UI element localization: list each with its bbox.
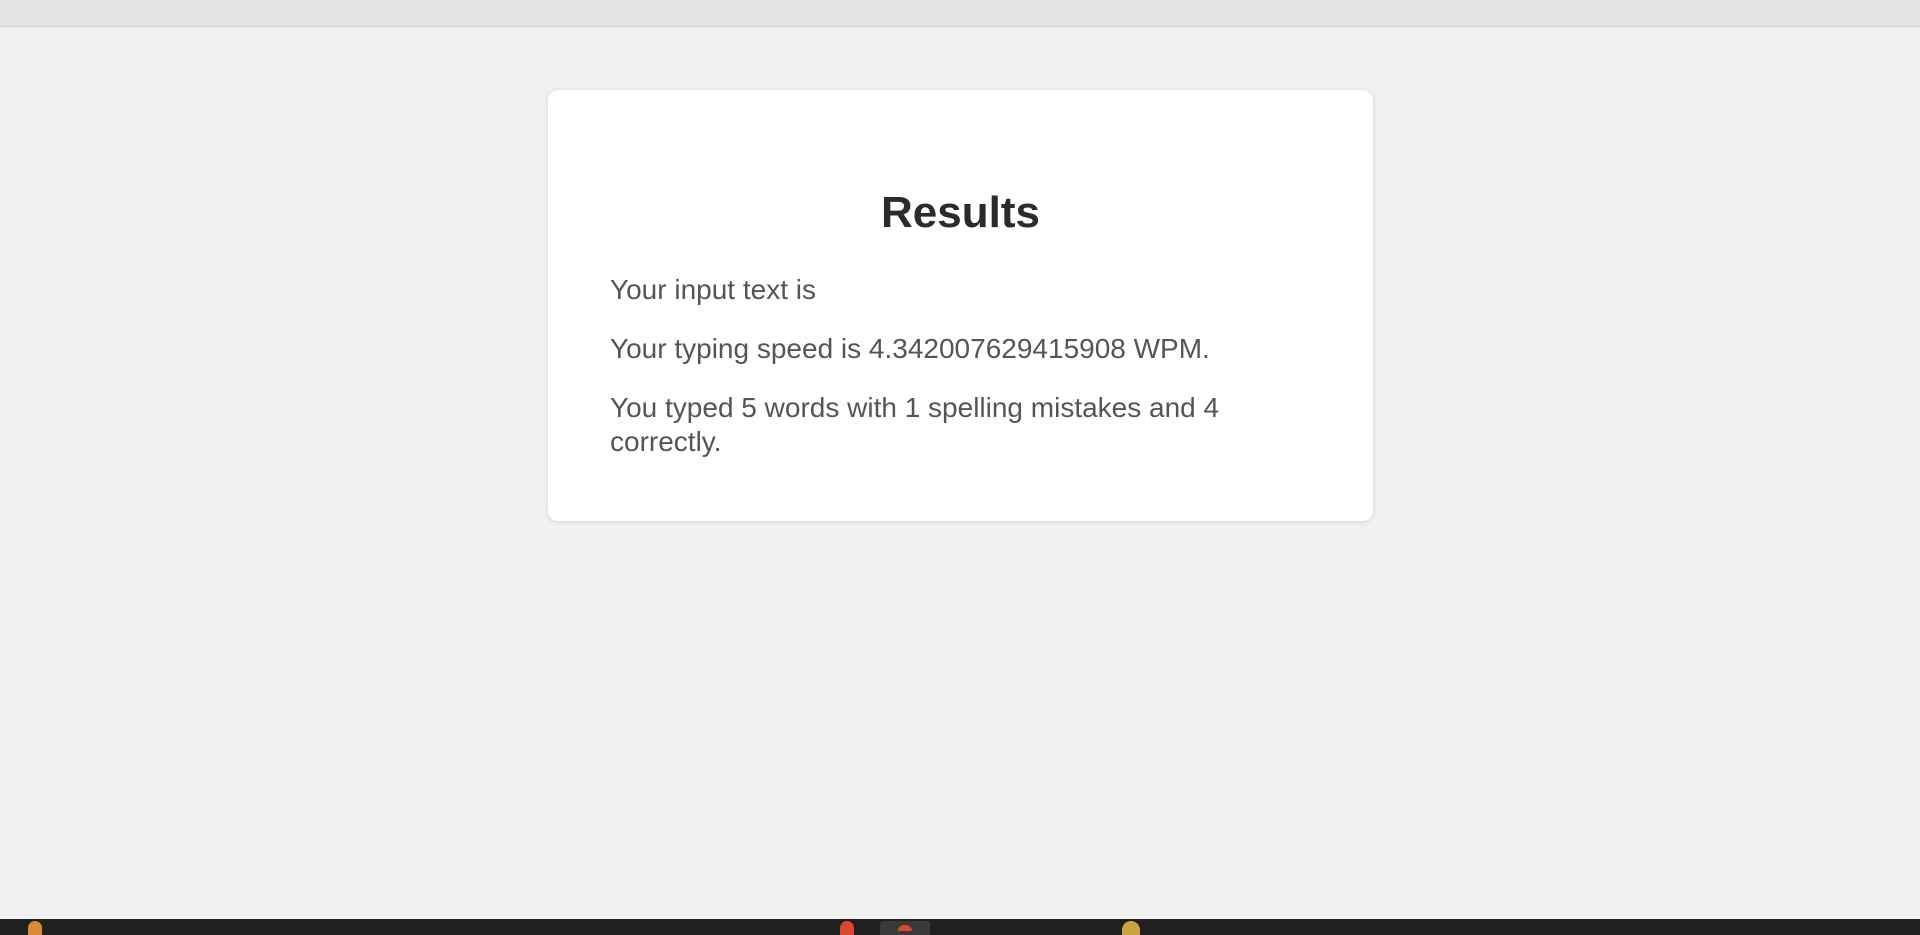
- input-text-line: Your input text is: [610, 274, 816, 305]
- weather-icon[interactable]: [28, 921, 42, 935]
- app-icon[interactable]: [840, 921, 854, 935]
- results-card: Results Your input text is Your typing s…: [548, 90, 1373, 521]
- app-logo-icon: [898, 925, 912, 931]
- results-title: Results: [881, 188, 1040, 237]
- typing-speed-line: Your typing speed is 4.342007629415908 W…: [610, 333, 1210, 364]
- taskbar: [0, 919, 1920, 935]
- app-icon-active[interactable]: [880, 921, 930, 935]
- browser-top-bar: [0, 0, 1920, 27]
- word-summary-line: You typed 5 words with 1 spelling mistak…: [610, 392, 1220, 457]
- app-icon-notification[interactable]: [1122, 921, 1140, 935]
